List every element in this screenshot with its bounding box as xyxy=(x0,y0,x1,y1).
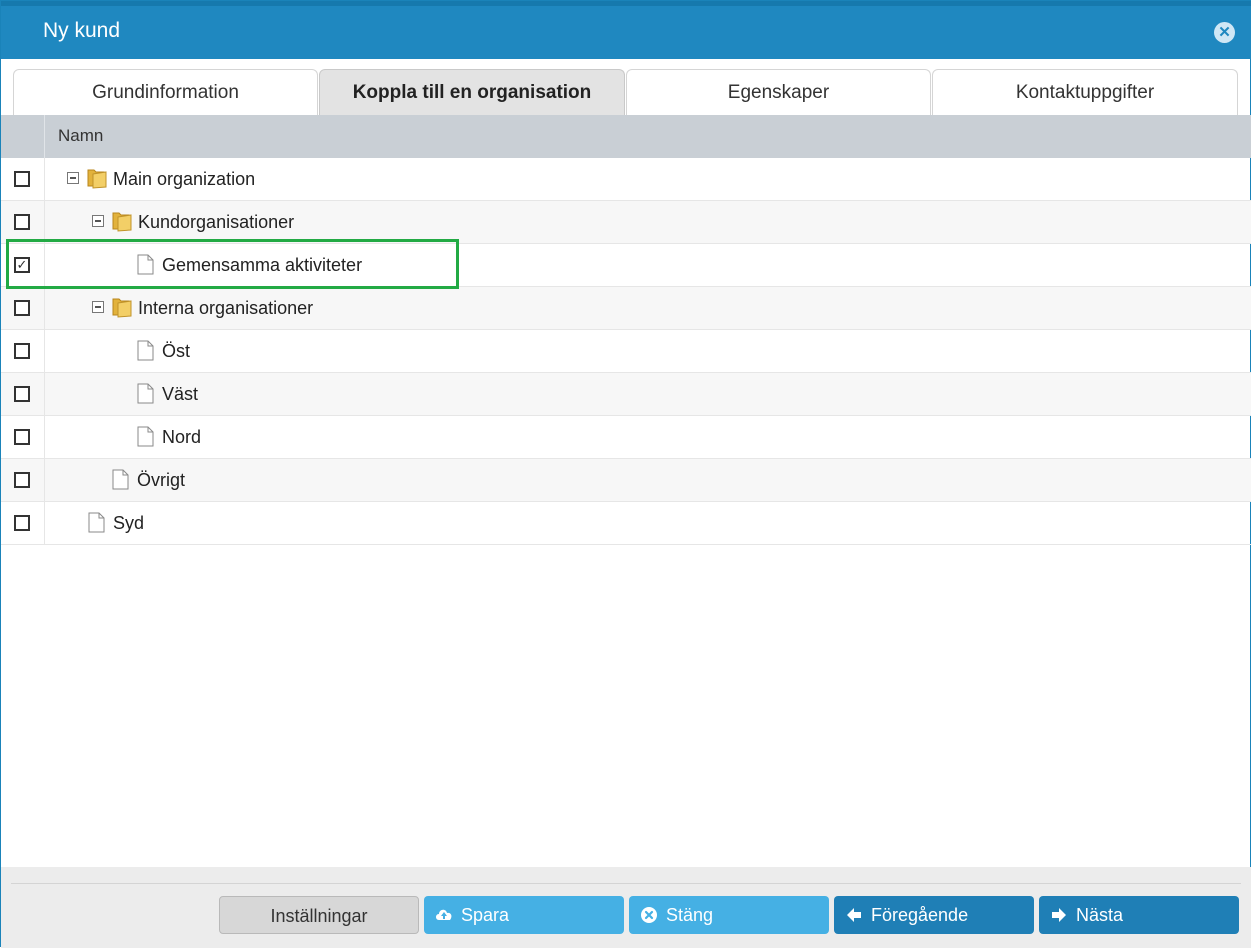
tree-node-label: Interna organisationer xyxy=(138,298,314,318)
row-checkbox-checked[interactable]: ✓ xyxy=(14,257,30,273)
dialog-title: Ny kund xyxy=(43,19,121,42)
row-checkbox[interactable] xyxy=(14,429,30,445)
folder-icon xyxy=(112,298,132,318)
row-checkbox[interactable] xyxy=(14,386,30,402)
collapse-toggle-icon[interactable] xyxy=(92,215,104,227)
checkbox-cell xyxy=(1,416,45,458)
tab-bar: Grundinformation Koppla till en organisa… xyxy=(13,69,1239,115)
next-button-label: Nästa xyxy=(1076,905,1124,925)
tree-node-label: Gemensamma aktiviteter xyxy=(162,255,363,275)
row-checkbox[interactable] xyxy=(14,515,30,531)
dialog-titlebar: Ny kund ✕ xyxy=(1,1,1251,59)
document-icon xyxy=(88,512,105,533)
document-icon xyxy=(137,254,154,275)
row-checkbox[interactable] xyxy=(14,214,30,230)
cloud-upload-icon xyxy=(436,909,452,920)
tree-row[interactable]: Main organization xyxy=(1,158,1251,201)
save-button[interactable]: Spara xyxy=(424,896,624,934)
next-button[interactable]: Nästa xyxy=(1039,896,1239,934)
document-icon xyxy=(137,426,154,447)
checkbox-cell xyxy=(1,201,45,243)
save-button-label: Spara xyxy=(461,905,510,925)
footer-divider xyxy=(11,883,1241,884)
collapse-toggle-icon[interactable] xyxy=(92,301,104,313)
checkbox-cell xyxy=(1,502,45,544)
header-checkbox-column xyxy=(1,115,45,158)
row-checkbox[interactable] xyxy=(14,300,30,316)
previous-button-label: Föregående xyxy=(871,905,969,925)
checkbox-cell xyxy=(1,373,45,415)
checkbox-cell xyxy=(1,287,45,329)
row-checkbox[interactable] xyxy=(14,171,30,187)
settings-button[interactable]: Inställningar xyxy=(219,896,419,934)
folder-icon xyxy=(87,169,107,189)
document-icon xyxy=(137,383,154,404)
document-icon xyxy=(137,340,154,361)
arrow-left-icon xyxy=(847,908,861,922)
checkbox-cell xyxy=(1,158,45,200)
row-checkbox[interactable] xyxy=(14,343,30,359)
close-button-label: Stäng xyxy=(666,905,714,925)
tree-node-label: Main organization xyxy=(113,169,256,189)
grid-header: Namn xyxy=(1,115,1251,158)
tab-egenskaper[interactable]: Egenskaper xyxy=(626,69,931,115)
tree-row[interactable]: Nord xyxy=(1,416,1251,459)
tab-kontaktuppgifter[interactable]: Kontaktuppgifter xyxy=(932,69,1238,115)
checkbox-cell xyxy=(1,459,45,501)
folder-icon xyxy=(112,212,132,232)
row-checkbox[interactable] xyxy=(14,472,30,488)
column-header-namn[interactable]: Namn xyxy=(58,126,103,146)
arrow-right-icon xyxy=(1052,908,1066,922)
document-icon xyxy=(112,469,129,490)
checkbox-cell: ✓ xyxy=(1,244,45,286)
tree-node-label: Väst xyxy=(162,384,199,404)
close-icon[interactable]: ✕ xyxy=(1214,22,1235,43)
tab-koppla-till-organisation[interactable]: Koppla till en organisation xyxy=(319,69,625,115)
tree-row[interactable]: Väst xyxy=(1,373,1251,416)
collapse-toggle-icon[interactable] xyxy=(67,172,79,184)
tree-row[interactable]: Interna organisationer xyxy=(1,287,1251,330)
tree-node-label: Övrigt xyxy=(137,470,186,490)
tree-row[interactable]: Kundorganisationer xyxy=(1,201,1251,244)
tree-node-label: Öst xyxy=(162,341,191,361)
tree-row[interactable]: Öst xyxy=(1,330,1251,373)
previous-button[interactable]: Föregående xyxy=(834,896,1034,934)
close-circle-icon xyxy=(641,907,657,923)
new-customer-dialog: Ny kund ✕ Grundinformation Koppla till e… xyxy=(0,0,1251,948)
tree-row[interactable]: Övrigt xyxy=(1,459,1251,502)
tree-row[interactable]: ✓ Gemensamma aktiviteter xyxy=(1,244,1251,287)
close-button[interactable]: Stäng xyxy=(629,896,829,934)
tab-grundinformation[interactable]: Grundinformation xyxy=(13,69,318,115)
tree-row[interactable]: Syd xyxy=(1,502,1251,545)
checkbox-cell xyxy=(1,330,45,372)
tree-node-label: Kundorganisationer xyxy=(138,212,295,232)
tree-node-label: Syd xyxy=(113,513,145,533)
tree-node-label: Nord xyxy=(162,427,202,447)
